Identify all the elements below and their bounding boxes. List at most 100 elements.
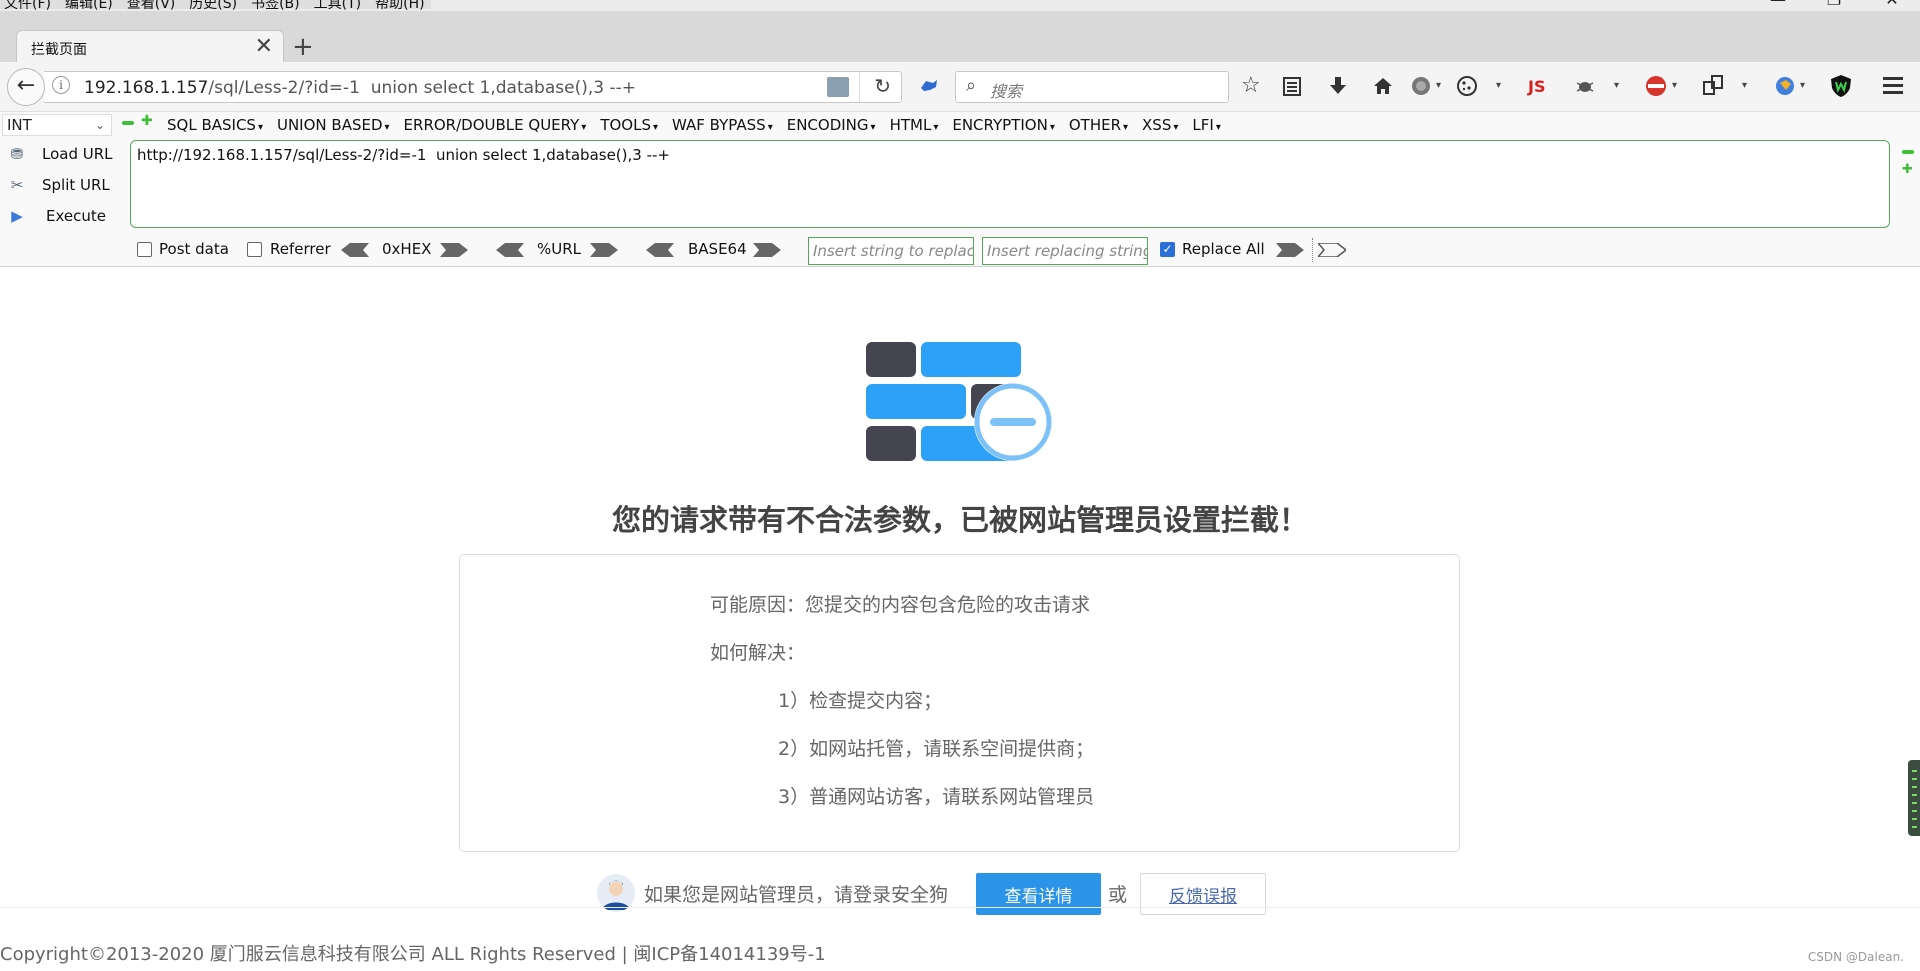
- url-decode-right-arrow-icon[interactable]: [590, 243, 618, 257]
- chevron-down-icon[interactable]: ▾: [1436, 80, 1441, 91]
- hex-label: 0xHEX: [382, 240, 432, 258]
- footer-divider: [0, 907, 1920, 908]
- menu-encoding[interactable]: ENCODING: [787, 116, 876, 134]
- chevron-down-icon: ⌄: [94, 118, 105, 132]
- star-icon[interactable]: ☆: [1241, 74, 1261, 98]
- bug-icon[interactable]: [1574, 75, 1596, 97]
- scissors-icon: ✂: [10, 176, 24, 194]
- admin-action-row: 如果您是网站管理员，请登录安全狗 查看详情 或 反馈误报: [0, 870, 1920, 918]
- shield-icon[interactable]: [1830, 74, 1852, 98]
- cookie-icon[interactable]: [1456, 75, 1480, 97]
- globe-icon[interactable]: [1410, 75, 1434, 97]
- close-window-button[interactable]: ✕: [1872, 0, 1912, 8]
- hamburger-menu-icon[interactable]: [1882, 75, 1904, 95]
- minus-icon[interactable]: [122, 121, 134, 125]
- menu-encryption[interactable]: ENCRYPTION: [952, 116, 1055, 134]
- how-to-solve-label: 如何解决：: [710, 642, 806, 664]
- menu-html[interactable]: HTML: [890, 116, 939, 134]
- menu-edit[interactable]: 编辑(E): [65, 0, 113, 12]
- share-icon[interactable]: [1702, 74, 1724, 96]
- menu-error-double-query[interactable]: ERROR/DOUBLE QUERY: [404, 116, 587, 134]
- plus-icon[interactable]: ✚: [1902, 162, 1914, 177]
- menu-bookmarks[interactable]: 书签(B): [251, 0, 300, 12]
- menu-other[interactable]: OTHER: [1069, 116, 1128, 134]
- page-action-icon[interactable]: [827, 77, 849, 97]
- back-button[interactable]: ←: [7, 68, 45, 106]
- int-select[interactable]: INT ⌄: [2, 114, 112, 136]
- base64-decode-right-arrow-icon[interactable]: [753, 243, 781, 257]
- home-icon[interactable]: [1372, 75, 1394, 97]
- chevron-down-icon[interactable]: ▾: [1742, 80, 1747, 91]
- referrer-label: Referrer: [270, 240, 331, 258]
- menu-history[interactable]: 历史(S): [189, 0, 237, 12]
- replace-right-arrow-icon[interactable]: [1276, 243, 1304, 257]
- chevron-down-icon[interactable]: ▾: [1614, 80, 1619, 91]
- menu-union-based[interactable]: UNION BASED: [277, 116, 390, 134]
- option-separator: [1312, 238, 1313, 262]
- base64-encode-left-arrow-icon[interactable]: [646, 243, 674, 257]
- solution-step-1: 1）检查提交内容；: [778, 690, 943, 712]
- split-url-button[interactable]: ✂ Split URL: [4, 174, 124, 198]
- replace-reverse-arrow-icon[interactable]: [1316, 242, 1348, 258]
- solution-step-2: 2）如网站托管，请联系空间提供商；: [778, 738, 1095, 760]
- block-heading: 您的请求带有不合法参数，已被网站管理员设置拦截！: [611, 503, 1308, 537]
- chevron-down-icon[interactable]: ▾: [1800, 80, 1805, 91]
- menu-lfi[interactable]: LFI: [1192, 116, 1220, 134]
- search-input[interactable]: 搜索: [990, 78, 1022, 102]
- info-icon[interactable]: i: [52, 76, 70, 94]
- admin-login-text: 如果您是网站管理员，请登录安全狗: [644, 884, 949, 906]
- post-data-label: Post data: [159, 240, 229, 258]
- hackbar-url-textarea[interactable]: http://192.168.1.157/sql/Less-2/?id=-1 u…: [130, 140, 1890, 228]
- url-encode-left-arrow-icon[interactable]: [496, 243, 524, 257]
- load-url-button[interactable]: ⛃ Load URL: [4, 143, 124, 167]
- js-icon[interactable]: JS: [1528, 75, 1545, 99]
- hex-decode-right-arrow-icon[interactable]: [440, 243, 468, 257]
- tab-close-icon[interactable]: ✕: [255, 34, 273, 59]
- download-icon[interactable]: [1328, 75, 1348, 97]
- chevron-down-icon[interactable]: ▾: [1496, 80, 1501, 91]
- translate-icon[interactable]: [1774, 74, 1798, 98]
- menu-items: 文件(F) 编辑(E) 查看(V) 历史(S) 书签(B) 工具(T) 帮助(H…: [0, 0, 431, 12]
- solution-step-3: 3）普通网站访客，请联系网站管理员: [778, 786, 1095, 808]
- chevron-down-icon[interactable]: ▾: [1672, 80, 1677, 91]
- replacing-string-input[interactable]: Insert replacing string: [982, 237, 1148, 265]
- side-widget-handle[interactable]: [1908, 760, 1920, 836]
- menu-file[interactable]: 文件(F): [4, 0, 51, 12]
- minus-icon[interactable]: [1902, 150, 1914, 154]
- reader-icon[interactable]: [1282, 75, 1302, 97]
- menu-tools[interactable]: TOOLS: [600, 116, 658, 134]
- reload-icon[interactable]: ↻: [874, 74, 891, 98]
- replace-all-label: Replace All: [1182, 240, 1265, 258]
- tab-bar: 拦截页面 ✕ +: [0, 11, 1920, 63]
- int-select-value: INT: [7, 116, 32, 134]
- menu-view[interactable]: 查看(V): [127, 0, 176, 12]
- address-bar[interactable]: i 192.168.1.157/sql/Less-2/?id=-1 union …: [44, 71, 902, 103]
- hex-encode-left-arrow-icon[interactable]: [341, 243, 369, 257]
- new-tab-icon[interactable]: +: [292, 32, 314, 62]
- search-box[interactable]: ⌕ 搜索: [955, 71, 1229, 103]
- minimize-button[interactable]: —: [1758, 0, 1798, 8]
- tab-blocked-page[interactable]: 拦截页面 ✕: [16, 30, 284, 63]
- execute-button[interactable]: ▶ Execute: [4, 205, 124, 229]
- menu-help[interactable]: 帮助(H): [375, 0, 424, 12]
- puzzle-icon[interactable]: [918, 76, 940, 96]
- menu-xss[interactable]: XSS: [1142, 116, 1178, 134]
- search-icon: ⌕: [966, 75, 977, 96]
- replace-all-checkbox[interactable]: ✓: [1160, 242, 1175, 257]
- replace-string-input[interactable]: Insert string to replace: [808, 237, 974, 265]
- menu-sql-basics[interactable]: SQL BASICS: [167, 116, 263, 134]
- restore-button[interactable]: ❐: [1814, 0, 1854, 8]
- referrer-checkbox[interactable]: [247, 242, 262, 257]
- hackbar-icon[interactable]: [1644, 74, 1668, 98]
- address-text[interactable]: 192.168.1.157/sql/Less-2/?id=-1 union se…: [84, 78, 636, 98]
- hackbar-options-row: Post data Referrer 0xHEX %URL BASE64 Ins…: [0, 234, 1920, 266]
- navigation-bar: i 192.168.1.157/sql/Less-2/?id=-1 union …: [0, 62, 1920, 112]
- menu-waf-bypass[interactable]: WAF BYPASS: [672, 116, 773, 134]
- urlenc-label: %URL: [537, 240, 582, 258]
- menu-tools[interactable]: 工具(T): [314, 0, 361, 12]
- view-details-button[interactable]: 查看详情: [976, 873, 1101, 915]
- plus-icon[interactable]: ✚: [141, 113, 155, 129]
- address-host: 192.168.1.157: [84, 78, 209, 98]
- post-data-checkbox[interactable]: [137, 242, 152, 257]
- report-false-positive-button[interactable]: 反馈误报: [1140, 873, 1266, 915]
